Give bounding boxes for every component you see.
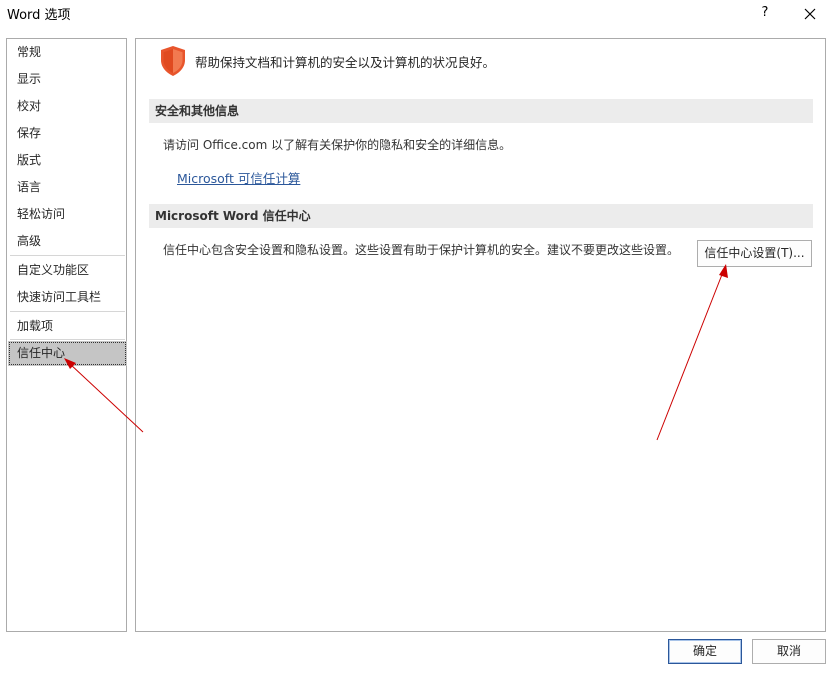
sidebar-divider <box>10 255 125 256</box>
section-text-trust-center: 信任中心包含安全设置和隐私设置。这些设置有助于保护计算机的安全。建议不要更改这些… <box>163 243 680 257</box>
sidebar-item-language[interactable]: 语言 <box>8 175 127 200</box>
sidebar-item-advanced[interactable]: 高级 <box>8 229 127 254</box>
window-title: Word 选项 <box>7 8 71 23</box>
sidebar-item-accessibility[interactable]: 轻松访问 <box>8 202 127 227</box>
sidebar-item-save[interactable]: 保存 <box>8 121 127 146</box>
panel-header-text: 帮助保持文档和计算机的安全以及计算机的状况良好。 <box>195 55 496 70</box>
section-title-security-info: 安全和其他信息 <box>149 99 813 123</box>
help-button[interactable]: ? <box>752 2 778 26</box>
trust-center-settings-button[interactable]: 信任中心设置(T)... <box>697 240 812 267</box>
sidebar-item-trust-center[interactable]: 信任中心 <box>8 341 127 366</box>
sidebar-item-quick-access-toolbar[interactable]: 快速访问工具栏 <box>8 285 127 310</box>
section-title-trust-center: Microsoft Word 信任中心 <box>149 204 813 228</box>
sidebar-item-display[interactable]: 显示 <box>8 67 127 92</box>
sidebar-divider <box>10 311 125 312</box>
shield-icon <box>161 46 185 76</box>
title-bar: Word 选项 ? <box>0 0 831 30</box>
sidebar-item-general[interactable]: 常规 <box>8 40 127 65</box>
sidebar-item-customize-ribbon[interactable]: 自定义功能区 <box>8 258 127 283</box>
options-sidebar: 常规 显示 校对 保存 版式 语言 轻松访问 高级 自定义功能区 快速访问工具栏… <box>6 38 127 632</box>
trustworthy-computing-link[interactable]: Microsoft 可信任计算 <box>177 168 300 187</box>
sidebar-item-typography[interactable]: 版式 <box>8 148 127 173</box>
sidebar-item-add-ins[interactable]: 加载项 <box>8 314 127 339</box>
close-icon <box>804 8 816 20</box>
section-text-security-info: 请访问 Office.com 以了解有关保护你的隐私和安全的详细信息。 <box>163 138 512 152</box>
trust-center-panel: 帮助保持文档和计算机的安全以及计算机的状况良好。 安全和其他信息 请访问 Off… <box>135 38 826 632</box>
ok-button[interactable]: 确定 <box>668 639 742 664</box>
cancel-button[interactable]: 取消 <box>752 639 826 664</box>
sidebar-divider <box>10 339 125 340</box>
sidebar-item-proofing[interactable]: 校对 <box>8 94 127 119</box>
close-button[interactable] <box>796 2 824 26</box>
